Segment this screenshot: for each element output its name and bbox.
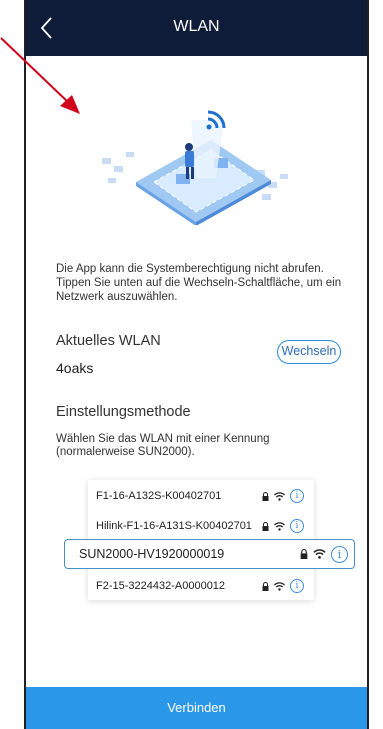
annotation-arrow-icon [0, 37, 80, 114]
lock-icon [300, 549, 308, 559]
wifi-icon [274, 521, 285, 531]
network-item[interactable]: F1-16-A132S-K00402701 i [88, 485, 314, 508]
permission-message: Die App kann die Systemberechtigung nich… [56, 263, 342, 303]
wifi-icon [274, 581, 285, 591]
lock-icon [262, 521, 269, 531]
network-list: F1-16-A132S-K00402701 i Hilink-F1-16-A13… [64, 480, 355, 600]
info-icon[interactable]: i [290, 579, 304, 593]
current-wlan-label: Aktuelles WLAN [56, 333, 161, 349]
network-name: Hilink-F1-16-A131S-K00402701 [96, 520, 252, 532]
method-label: Einstellungsmethode [56, 404, 191, 420]
network-item-selected[interactable]: SUN2000-HV1920000019 i [64, 539, 355, 569]
wifi-icon [274, 491, 285, 501]
connect-button[interactable]: Verbinden [26, 687, 367, 729]
info-icon[interactable]: i [290, 489, 304, 503]
current-wlan-value: 4oaks [56, 360, 94, 376]
method-description: Wählen Sie das WLAN mit einer Kennung (n… [56, 433, 270, 458]
network-name: SUN2000-HV1920000019 [79, 547, 225, 561]
network-item[interactable]: Hilink-F1-16-A131S-K00402701 i [88, 515, 314, 538]
network-name: F1-16-A132S-K00402701 [96, 490, 222, 502]
lock-icon [262, 581, 269, 591]
wifi-illustration [102, 110, 288, 225]
info-icon[interactable]: i [290, 519, 304, 533]
wifi-icon [313, 549, 326, 559]
lock-icon [262, 491, 269, 501]
network-item[interactable]: F2-15-3224432-A0000012 i [88, 575, 314, 598]
switch-button[interactable]: Wechseln [277, 340, 341, 364]
info-icon[interactable]: i [331, 545, 348, 563]
network-name: F2-15-3224432-A0000012 [96, 580, 226, 592]
